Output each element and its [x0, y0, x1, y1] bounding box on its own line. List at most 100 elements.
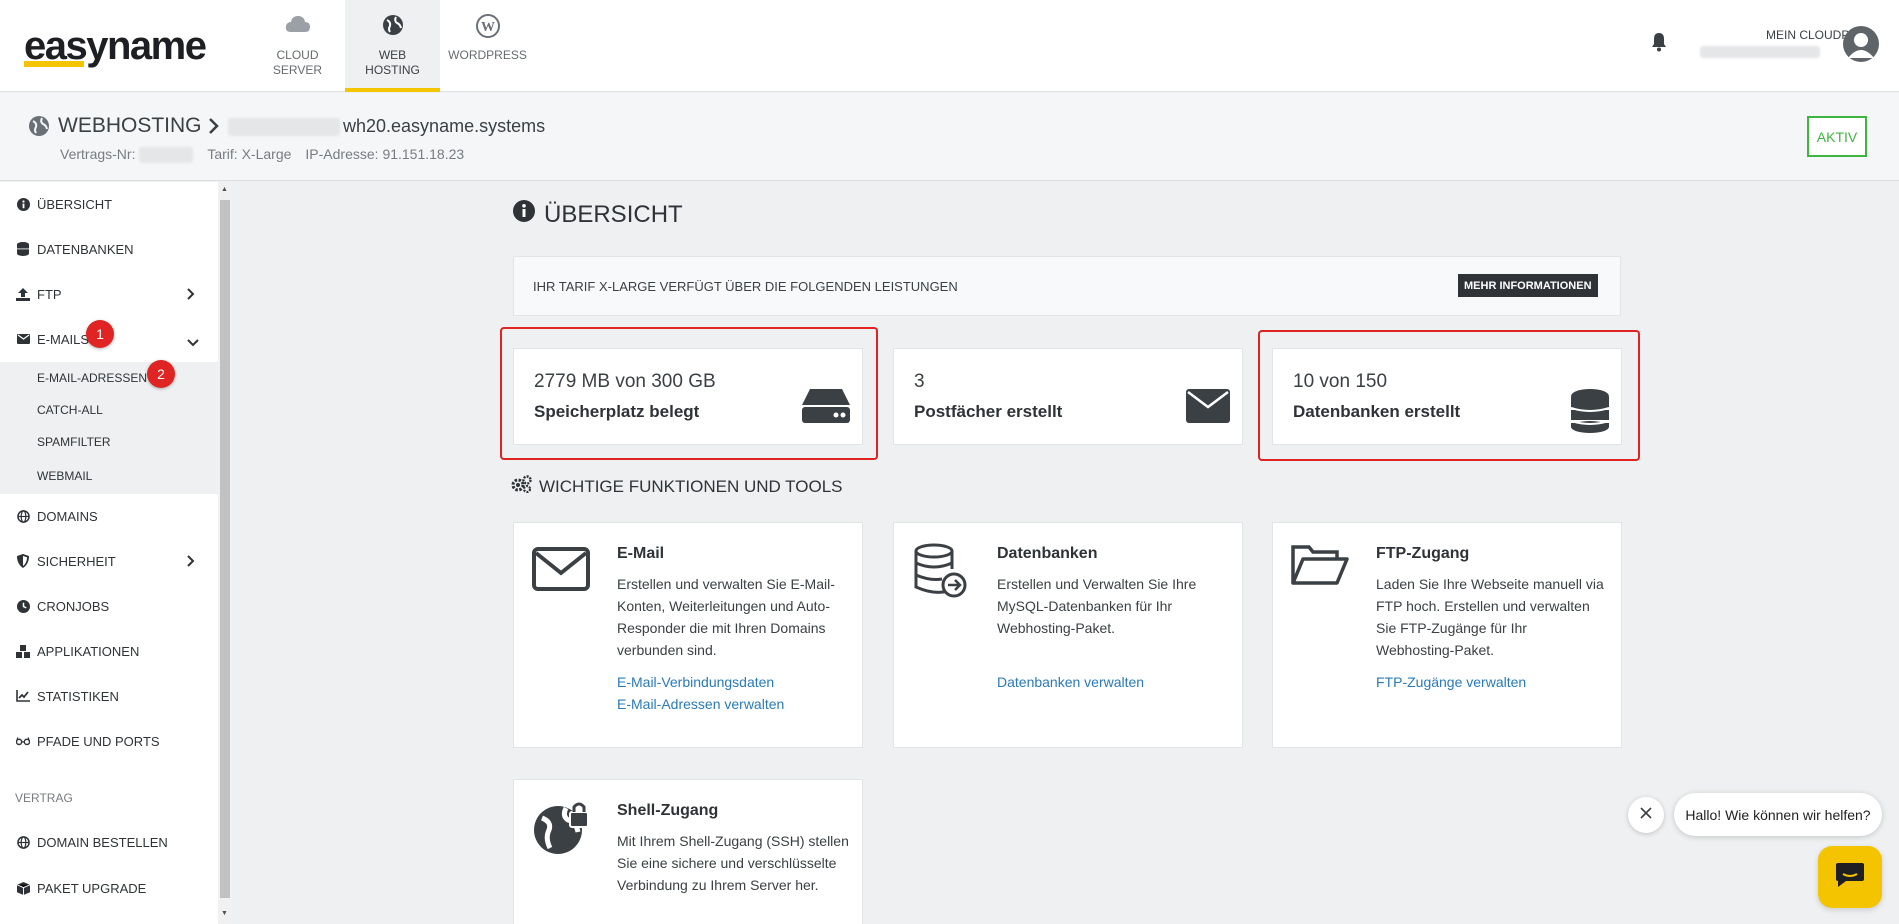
scroll-down-arrow-icon[interactable]: ▼ — [221, 910, 228, 917]
globe-lock-icon — [532, 800, 590, 861]
avatar[interactable] — [1843, 26, 1879, 62]
tools-title-text: WICHTIGE FUNKTIONEN UND TOOLS — [539, 476, 843, 496]
sidebar-subitem-webmail[interactable]: WEBMAIL — [0, 458, 218, 494]
annotation-badge-2: 2 — [147, 360, 175, 388]
chevron-right-icon — [187, 288, 195, 303]
sidebar: ÜBERSICHT DATENBANKEN FTP E-MAILS E-MAIL… — [0, 182, 218, 924]
chevron-right-icon — [187, 555, 195, 570]
sidebar-item-label: DOMAIN BESTELLEN — [37, 834, 168, 850]
sidebar-item-label: FTP — [37, 286, 62, 302]
section-title-text: ÜBERSICHT — [544, 200, 683, 228]
chat-message-bubble[interactable]: Hallo! Wie können wir helfen? — [1674, 793, 1882, 836]
sidebar-subitem-catch-all[interactable]: CATCH-ALL — [0, 394, 218, 426]
email-connection-link[interactable]: E-Mail-Verbindungsdaten — [617, 674, 774, 690]
sidebar-item-uebersicht[interactable]: ÜBERSICHT — [0, 184, 218, 224]
sidebar-item-applikationen[interactable]: APPLIKATIONEN — [0, 631, 218, 671]
page-title: WEBHOSTING — [58, 114, 202, 137]
account-name-redacted — [1700, 46, 1820, 58]
close-icon — [1640, 806, 1652, 824]
database-arrow-icon — [914, 543, 968, 604]
scroll-up-arrow-icon[interactable]: ▲ — [221, 186, 228, 193]
databases-manage-link[interactable]: Datenbanken verwalten — [997, 674, 1144, 690]
sidebar-item-statistiken[interactable]: STATISTIKEN — [0, 676, 218, 716]
tarif-info-box: IHR TARIF X-LARGE VERFÜGT ÜBER DIE FOLGE… — [513, 256, 1621, 316]
sidebar-item-label: STATISTIKEN — [37, 688, 119, 704]
chat-icon — [1834, 861, 1866, 894]
card-databases: Datenbanken Erstellen und Verwalten Sie … — [893, 522, 1243, 748]
globe-icon — [382, 14, 404, 48]
chart-icon — [16, 689, 30, 703]
chevron-down-icon — [187, 335, 199, 350]
sidebar-item-sicherheit[interactable]: SICHERHEIT — [0, 541, 218, 581]
section-title: ÜBERSICHT — [513, 200, 683, 229]
ftp-manage-link[interactable]: FTP-Zugänge verwalten — [1376, 674, 1526, 690]
sidebar-item-paket-upgrade[interactable]: PAKET UPGRADE — [0, 868, 218, 908]
nav-wordpress[interactable]: W WORDPRESS — [440, 0, 535, 92]
sidebar-item-label: DOMAINS — [37, 508, 98, 524]
shield-icon — [16, 554, 30, 568]
status-badge: AKTIV — [1807, 116, 1867, 157]
info-icon — [16, 197, 30, 211]
folder-open-icon — [1291, 543, 1349, 592]
sidebar-item-cronjobs[interactable]: CRONJOBS — [0, 586, 218, 626]
nav-web-hosting[interactable]: WEB HOSTING — [345, 0, 440, 92]
scroll-thumb[interactable] — [220, 200, 230, 898]
sidebar-item-label: PFADE UND PORTS — [37, 733, 160, 749]
sidebar-subitem-spamfilter[interactable]: SPAMFILTER — [0, 426, 218, 458]
sidebar-item-datenbanken[interactable]: DATENBANKEN — [0, 229, 218, 269]
sidebar-item-label: CRONJOBS — [37, 598, 110, 614]
email-addresses-link[interactable]: E-Mail-Adressen verwalten — [617, 696, 784, 712]
card-ftp: FTP-Zugang Laden Sie Ihre Webseite manue… — [1272, 522, 1622, 748]
cloud-icon — [285, 14, 311, 48]
sidebar-item-pfade-und-ports[interactable]: PFADE UND PORTS — [0, 721, 218, 761]
sidebar-item-label: PAKET UPGRADE — [37, 880, 147, 896]
sidebar-item-label: APPLIKATIONEN — [37, 643, 140, 659]
highlight-box-storage — [500, 327, 878, 460]
globe-icon — [16, 835, 30, 849]
sidebar-item-domains[interactable]: DOMAINS — [0, 496, 218, 536]
stat-mailboxes-label: Postfächer erstellt — [914, 402, 1063, 421]
sidebar-item-label: E-MAILS — [37, 331, 90, 347]
info-icon — [513, 200, 535, 229]
clock-icon — [16, 599, 30, 613]
logo-underline — [24, 61, 84, 67]
sidebar-subitem-email-adressen[interactable]: E-MAIL-ADRESSEN — [0, 362, 218, 394]
envelope-icon — [532, 547, 590, 596]
sidebar-item-label: DATENBANKEN — [37, 241, 134, 257]
card-email-title: E-Mail — [617, 545, 665, 562]
contract-number: Vertrags-Nr: — [60, 146, 194, 164]
more-info-button[interactable]: MEHR INFORMATIONEN — [1458, 274, 1598, 297]
card-databases-desc: Erstellen und Verwalten Sie Ihre MySQL-D… — [997, 576, 1197, 636]
nav-cloud-server-label: CLOUD SERVER — [272, 48, 323, 77]
host-prefix-redacted — [228, 118, 340, 136]
ip-info: IP-Adresse: 91.151.18.23 — [305, 146, 465, 162]
svg-text:W: W — [481, 20, 495, 35]
sidebar-item-label: SICHERHEIT — [37, 553, 116, 569]
upload-icon — [16, 287, 30, 301]
box-icon — [16, 881, 30, 895]
chat-launcher-button[interactable] — [1818, 846, 1882, 908]
sidebar-scrollbar[interactable]: ▲ ▼ — [218, 182, 232, 924]
sidebar-item-domain-bestellen[interactable]: DOMAIN BESTELLEN — [0, 822, 218, 862]
globe-icon — [28, 115, 50, 142]
highlight-box-databases — [1258, 330, 1640, 461]
account-label[interactable]: MEIN CLOUDPIT — [1700, 28, 1860, 42]
chat-close-button[interactable] — [1628, 797, 1664, 833]
database-icon — [16, 242, 30, 256]
contract-meta: Vertrags-Nr: Tarif: X-Large IP-Adresse: … — [60, 146, 465, 164]
sidebar-item-label: ÜBERSICHT — [37, 196, 113, 212]
tools-title: WICHTIGE FUNKTIONEN UND TOOLS — [511, 475, 843, 498]
card-shell-title: Shell-Zugang — [617, 802, 719, 819]
envelope-icon — [1186, 389, 1230, 428]
bell-icon[interactable] — [1651, 32, 1667, 57]
boxes-icon — [16, 644, 30, 658]
card-email: E-Mail Erstellen und verwalten Sie E-Mai… — [513, 522, 863, 748]
card-databases-title: Datenbanken — [997, 545, 1098, 562]
card-ftp-desc: Laden Sie Ihre Webseite manuell via FTP … — [1376, 576, 1604, 658]
envelope-icon — [16, 332, 30, 346]
nav-cloud-server[interactable]: CLOUD SERVER — [250, 0, 345, 92]
tarif-text: IHR TARIF X-LARGE VERFÜGT ÜBER DIE FOLGE… — [533, 279, 958, 294]
chevron-right-icon — [208, 117, 220, 140]
sidebar-item-ftp[interactable]: FTP — [0, 274, 218, 314]
card-ftp-title: FTP-Zugang — [1376, 545, 1470, 562]
